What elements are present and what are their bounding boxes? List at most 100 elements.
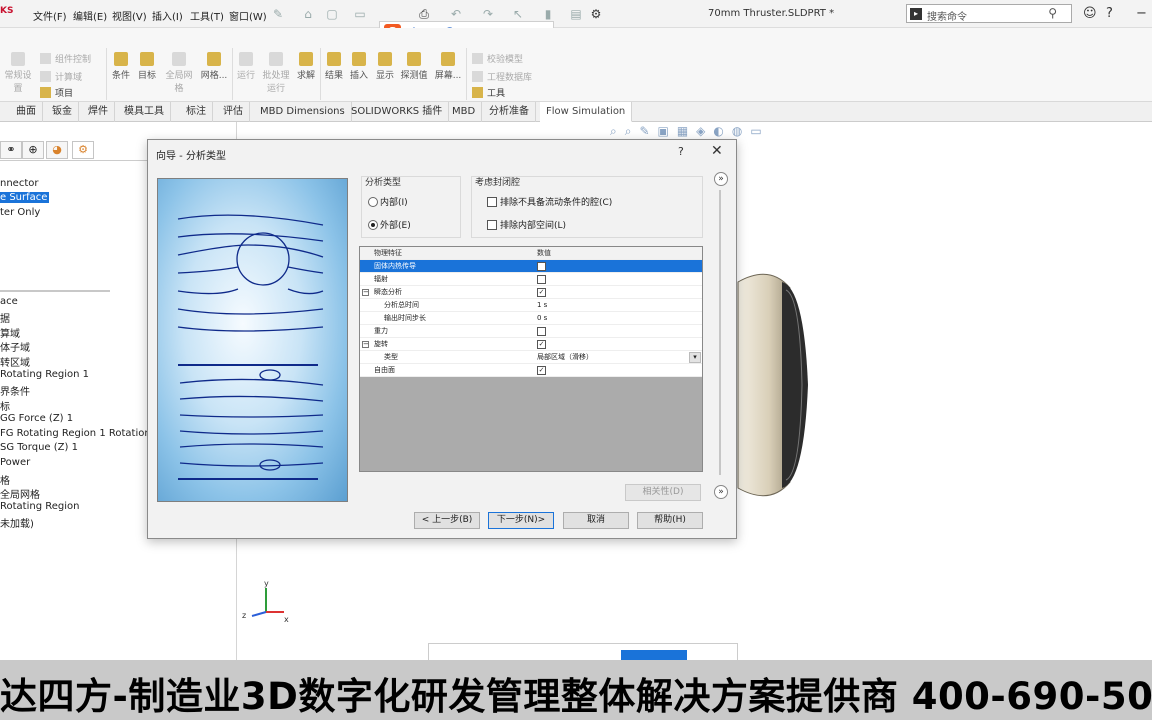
- search-icon[interactable]: ⚲: [1048, 6, 1057, 20]
- open-icon[interactable]: ▭: [352, 6, 368, 22]
- next-button[interactable]: 下一步(N)>: [488, 512, 554, 529]
- rebuild-icon[interactable]: ▮: [540, 6, 556, 22]
- dimxpert-icon[interactable]: ⊕: [22, 141, 44, 159]
- tree-item[interactable]: 未加载): [0, 515, 34, 530]
- tab-solidworks-addins[interactable]: SOLIDWORKS 插件: [345, 102, 450, 122]
- help-icon[interactable]: ?: [1106, 6, 1113, 21]
- chevron-down-icon[interactable]: ▾: [689, 352, 701, 363]
- select-icon[interactable]: ↖: [510, 6, 526, 22]
- tab-surface[interactable]: 曲面: [10, 102, 43, 122]
- tree-item[interactable]: Power: [0, 457, 30, 468]
- tree-item[interactable]: 标: [0, 398, 10, 413]
- conditions-button[interactable]: 条件: [110, 52, 132, 81]
- print-icon[interactable]: ⎙: [416, 6, 432, 22]
- tree-item[interactable]: nnector: [0, 178, 38, 189]
- project-button[interactable]: 项目: [40, 86, 73, 99]
- row-checkbox[interactable]: ✓: [537, 366, 546, 375]
- close-icon[interactable]: ✕: [711, 143, 723, 159]
- tree-item[interactable]: 据: [0, 310, 10, 325]
- new-document-icon[interactable]: ▢: [324, 6, 340, 22]
- table-row[interactable]: 分析总时间 1 s: [360, 299, 702, 312]
- cancel-button[interactable]: 取消: [563, 512, 629, 529]
- solve-button[interactable]: 求解: [295, 52, 317, 81]
- menu-edit[interactable]: 编辑(E): [73, 8, 107, 23]
- row-checkbox[interactable]: [537, 327, 546, 336]
- goals-button[interactable]: 目标: [136, 52, 158, 81]
- tab-flow-simulation[interactable]: Flow Simulation: [540, 102, 633, 122]
- exclude-cavities-checkbox[interactable]: 排除不具备流动条件的腔(C): [487, 195, 612, 208]
- tree-item[interactable]: Rotating Region: [0, 501, 79, 512]
- row-checkbox[interactable]: ✓: [537, 288, 546, 297]
- tab-mbd[interactable]: MBD: [446, 102, 483, 122]
- component-control-button[interactable]: 组件控制: [40, 52, 91, 65]
- display-manager-icon[interactable]: ◕: [46, 141, 68, 159]
- menu-tools[interactable]: 工具(T): [190, 8, 224, 23]
- engineering-database-button[interactable]: 工程数据库: [472, 70, 532, 83]
- computational-domain-button[interactable]: 计算域: [40, 70, 82, 83]
- back-button[interactable]: < 上一步(B): [414, 512, 480, 529]
- expand-right-icon[interactable]: »: [714, 172, 728, 186]
- table-row[interactable]: 输出时间步长 0 s: [360, 312, 702, 325]
- tree-item[interactable]: 全局网格: [0, 486, 40, 501]
- collapse-toggle-icon[interactable]: −: [362, 289, 369, 296]
- tree-item[interactable]: ter Only: [0, 207, 40, 218]
- command-search-input[interactable]: ▸ 搜索命令 ⚲: [906, 4, 1072, 23]
- global-mesh-button[interactable]: 全局网格: [163, 52, 195, 94]
- options-gear-icon[interactable]: ⚙: [588, 6, 604, 22]
- table-row[interactable]: − 旋转 ✓: [360, 338, 702, 351]
- minimize-icon[interactable]: −: [1136, 6, 1147, 21]
- row-value[interactable]: 局部区域（滑移）: [537, 351, 593, 364]
- tab-weldments[interactable]: 焊件: [82, 102, 115, 122]
- run-button[interactable]: 运行: [236, 52, 256, 81]
- tree-item[interactable]: FG Rotating Region 1 Rotation: [0, 428, 151, 439]
- table-row[interactable]: 固体内热传导: [360, 260, 702, 273]
- flow-analysis-tree-icon[interactable]: ⚙: [72, 141, 94, 159]
- help-button[interactable]: 帮助(H): [637, 512, 703, 529]
- row-value[interactable]: 1 s: [537, 299, 547, 312]
- menu-insert[interactable]: 插入(I): [152, 8, 183, 23]
- dialog-scrollbar[interactable]: [719, 190, 721, 475]
- thruster-part-model[interactable]: [730, 268, 810, 502]
- expand-right-icon[interactable]: »: [714, 485, 728, 499]
- undo-icon[interactable]: ↶: [448, 6, 464, 22]
- tree-item[interactable]: Rotating Region 1: [0, 369, 89, 380]
- collapse-toggle-icon[interactable]: −: [362, 341, 369, 348]
- radio-internal[interactable]: 内部(I): [368, 195, 408, 208]
- tree-item[interactable]: 体子域: [0, 339, 30, 354]
- probe-button[interactable]: 探测值: [399, 52, 429, 81]
- tree-item[interactable]: 格: [0, 472, 10, 487]
- general-settings-button[interactable]: 常规设置: [2, 52, 34, 94]
- menu-window[interactable]: 窗口(W): [229, 8, 267, 23]
- mesh-button[interactable]: 网格...: [200, 52, 228, 81]
- exclude-internal-space-checkbox[interactable]: 排除内部空间(L): [487, 218, 566, 231]
- tab-mold-tools[interactable]: 模具工具: [118, 102, 171, 122]
- dependency-button[interactable]: 相关性(D): [625, 484, 701, 501]
- tree-item[interactable]: 转区域: [0, 354, 30, 369]
- tab-mbd-dimensions[interactable]: MBD Dimensions: [254, 102, 352, 122]
- menu-file[interactable]: 文件(F): [33, 8, 67, 23]
- tree-item[interactable]: 算域: [0, 325, 20, 340]
- insert-button[interactable]: 插入: [348, 52, 370, 81]
- home-icon[interactable]: ⌂: [300, 6, 316, 22]
- tree-item-selected[interactable]: e Surface: [0, 192, 50, 203]
- table-row[interactable]: 辐射: [360, 273, 702, 286]
- menu-view[interactable]: 视图(V): [112, 8, 147, 23]
- config-manager-icon[interactable]: ⚭: [0, 141, 22, 159]
- screen-button[interactable]: 屏幕...: [433, 52, 463, 81]
- tab-sheet-metal[interactable]: 钣金: [46, 102, 79, 122]
- display-button[interactable]: 显示: [374, 52, 396, 81]
- tab-markup[interactable]: 标注: [180, 102, 213, 122]
- tree-item[interactable]: ace: [0, 296, 18, 307]
- tree-item[interactable]: 界条件: [0, 383, 30, 398]
- batch-run-button[interactable]: 批处理运行: [260, 52, 292, 94]
- tree-item[interactable]: SG Torque (Z) 1: [0, 442, 78, 453]
- tools-button[interactable]: 工具: [472, 86, 505, 99]
- tree-splitter[interactable]: [0, 290, 110, 292]
- user-icon[interactable]: ☺: [1083, 6, 1097, 21]
- tab-evaluate[interactable]: 评估: [217, 102, 250, 122]
- table-row[interactable]: 类型 局部区域（滑移） ▾: [360, 351, 702, 364]
- tab-simulation-prep[interactable]: 分析准备: [483, 102, 536, 122]
- table-row[interactable]: 重力: [360, 325, 702, 338]
- heads-up-view-toolbar[interactable]: ⌕⌕✎▣▦◈◐◍▭: [610, 124, 770, 139]
- results-button[interactable]: 结果: [323, 52, 345, 81]
